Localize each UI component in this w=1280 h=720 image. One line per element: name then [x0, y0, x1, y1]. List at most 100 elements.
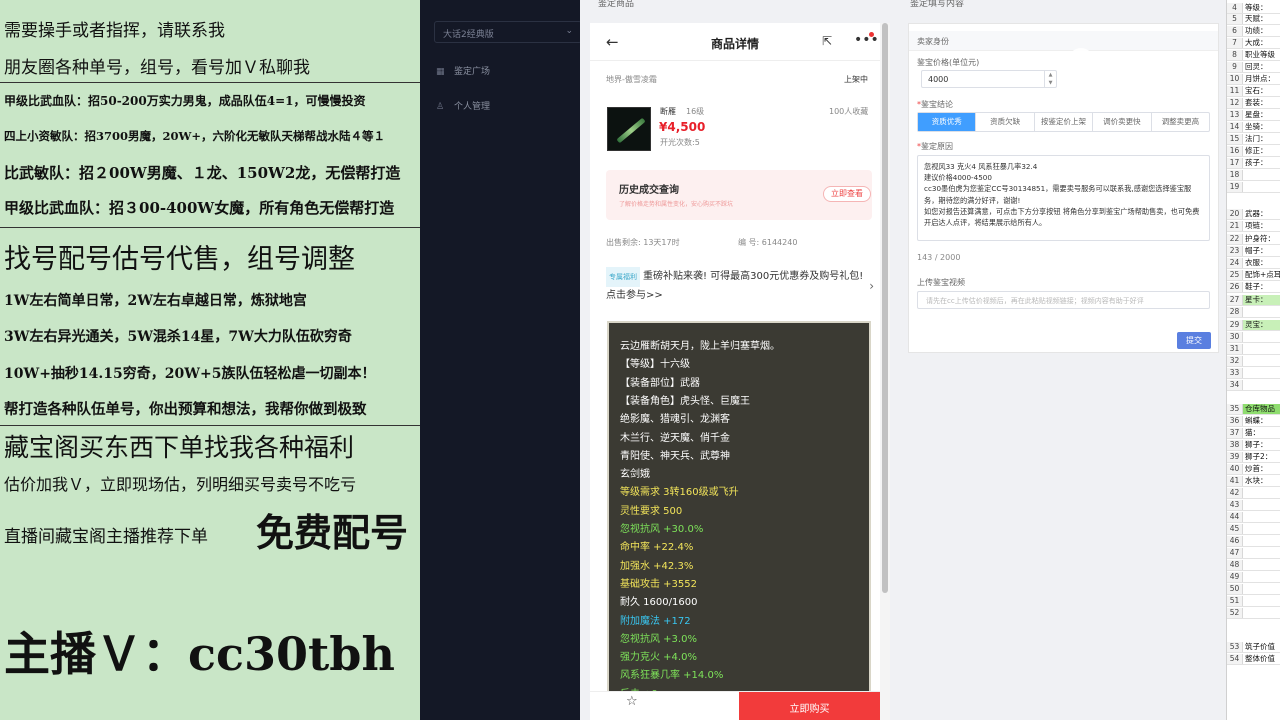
sheet-row[interactable]: 51 — [1227, 596, 1280, 607]
sheet-row[interactable]: 20 武器： — [1227, 209, 1280, 220]
conclusion-label-text: 鉴宝结论 — [921, 100, 953, 109]
sheet-row[interactable]: 53 筑子价值 — [1227, 642, 1280, 653]
sheet-row[interactable]: 49 — [1227, 572, 1280, 583]
sheet-row[interactable]: 5 天赋： — [1227, 14, 1280, 25]
row-number: 47 — [1227, 548, 1243, 558]
sidebar-item-appraisal-square[interactable]: ▦ 鉴定广场 — [436, 64, 490, 77]
attribute-line: 玄剑娥 — [620, 469, 650, 481]
info-line: 需要操手或者指挥，请联系我 — [4, 21, 225, 41]
tab-conclusion[interactable]: 资质优秀 — [918, 113, 977, 131]
item-views: 开光次数:5 — [660, 138, 700, 147]
cell-value: 水块： — [1245, 476, 1268, 485]
attribute-line: 【等级】十六级 — [620, 359, 690, 371]
sheet-row[interactable]: 45 — [1227, 524, 1280, 535]
row-number: 42 — [1227, 488, 1243, 498]
sheet-row[interactable]: 42 — [1227, 488, 1280, 499]
scrollbar[interactable] — [880, 23, 890, 720]
sheet-row[interactable]: 11 宝石： — [1227, 86, 1280, 97]
screen: 需要操手或者指挥，请联系我 朋友圈各种单号，组号，看号加Ｖ私聊我 甲级比武血队：… — [0, 0, 1280, 720]
streamer-info-panel: 需要操手或者指挥，请联系我 朋友圈各种单号，组号，看号加Ｖ私聊我 甲级比武血队：… — [0, 0, 420, 720]
sheet-row[interactable]: 35 仓库物品 — [1227, 404, 1280, 415]
sheet-row[interactable]: 47 — [1227, 548, 1280, 559]
sheet-row[interactable]: 38 狮子： — [1227, 440, 1280, 451]
sword-icon — [616, 117, 646, 144]
sheet-row[interactable]: 46 — [1227, 536, 1280, 547]
sheet-row[interactable]: 14 坐骑： — [1227, 122, 1280, 133]
sidebar-item-label: 个人管理 — [454, 102, 491, 112]
row-number: 46 — [1227, 536, 1243, 546]
sheet-row[interactable]: 21 项链： — [1227, 221, 1280, 232]
more-icon[interactable]: ••• — [854, 32, 879, 48]
sheet-row[interactable]: 36 蝌蝶： — [1227, 416, 1280, 427]
sidebar-item-personal[interactable]: ♙ 个人管理 — [436, 99, 490, 112]
sheet-row[interactable]: 39 狮子2： — [1227, 452, 1280, 463]
attribute-line: 命中率 +22.4% — [620, 542, 694, 554]
sheet-row[interactable]: 16 修正： — [1227, 146, 1280, 157]
sheet-row[interactable]: 4 等级： — [1227, 3, 1280, 14]
attribute-line: 风系狂暴几率 +14.0% — [620, 670, 724, 682]
sheet-row[interactable]: 8 职业等级 — [1227, 50, 1280, 61]
row-number: 34 — [1227, 380, 1243, 390]
row-number: 40 — [1227, 464, 1243, 474]
tab-conclusion[interactable]: 按鉴定价上架 — [1035, 113, 1094, 131]
divider — [0, 227, 420, 228]
tab-conclusion[interactable]: 调整卖更高 — [1152, 113, 1209, 131]
reason-textarea[interactable]: 忽视风33 克火4 风系狂暴几率32.4 建议价格4000-4500 cc30墨… — [917, 155, 1210, 241]
sheet-row[interactable]: 37 猫： — [1227, 428, 1280, 439]
sheet-row[interactable]: 52 — [1227, 608, 1280, 619]
share-icon[interactable]: ⇱ — [822, 34, 832, 48]
game-select[interactable]: 大话2经典版 ⌄ — [434, 21, 582, 43]
sheet-row[interactable]: 15 法门： — [1227, 134, 1280, 145]
stepper-arrows-icon[interactable]: ▲ ▼ — [1044, 71, 1056, 87]
watermark-text: CC直播 — [1102, 56, 1179, 81]
cell-value: 等级： — [1245, 3, 1268, 12]
sheet-row[interactable]: 12 套装： — [1227, 98, 1280, 109]
sheet-row[interactable]: 27 星卡： — [1227, 295, 1280, 306]
sheet-row[interactable]: 9 回灵： — [1227, 62, 1280, 73]
sheet-row[interactable]: 10 月饼点： — [1227, 74, 1280, 85]
divider — [0, 425, 420, 426]
scrollbar-thumb[interactable] — [882, 23, 888, 593]
sheet-row[interactable]: 22 护身符： — [1227, 234, 1280, 245]
sheet-row[interactable]: 41 水块： — [1227, 476, 1280, 487]
sheet-row[interactable]: 29 灵宝： — [1227, 320, 1280, 331]
sheet-row[interactable]: 26 鞋子： — [1227, 282, 1280, 293]
sheet-row[interactable]: 17 孩子： — [1227, 158, 1280, 169]
price-input[interactable]: 4000 ▲ ▼ — [921, 70, 1057, 88]
cell-value: 护身符： — [1245, 234, 1275, 243]
info-line: 3W左右异光通关，5W混杀14星，7W大力队伍砍穷奇 — [4, 329, 352, 345]
buy-now-button[interactable]: 立即购买 — [739, 692, 880, 720]
tab-conclusion[interactable]: 资质欠缺 — [976, 113, 1035, 131]
status-badge: 上架中 — [844, 75, 868, 84]
sheet-row[interactable]: 31 — [1227, 344, 1280, 355]
sheet-row[interactable]: 6 功绩： — [1227, 26, 1280, 37]
sheet-row[interactable]: 43 — [1227, 500, 1280, 511]
sheet-row[interactable]: 40 炒首： — [1227, 464, 1280, 475]
info-line: 1W左右简单日常，2W左右卓越日常，炼狱地宫 — [4, 293, 307, 309]
sheet-row[interactable]: 28 — [1227, 307, 1280, 318]
sheet-row[interactable]: 24 衣服： — [1227, 258, 1280, 269]
sheet-row[interactable]: 13 星盘： — [1227, 110, 1280, 121]
sheet-row[interactable]: 19 — [1227, 182, 1280, 193]
sheet-row[interactable]: 33 — [1227, 368, 1280, 379]
submit-button[interactable]: 提交 — [1177, 332, 1211, 349]
favorite-star-icon[interactable]: ☆ — [626, 694, 638, 709]
sheet-row[interactable]: 30 — [1227, 332, 1280, 343]
row-number: 26 — [1227, 282, 1243, 292]
sheet-row[interactable]: 7 大成： — [1227, 38, 1280, 49]
sheet-row[interactable]: 23 帽子： — [1227, 246, 1280, 257]
sheet-row[interactable]: 50 — [1227, 584, 1280, 595]
sheet-row[interactable]: 18 — [1227, 170, 1280, 181]
sheet-row[interactable]: 32 — [1227, 356, 1280, 367]
sheet-row[interactable]: 34 — [1227, 380, 1280, 391]
cell-value: 月饼点： — [1245, 74, 1275, 83]
cell-value: 功绩： — [1245, 26, 1268, 35]
view-history-button[interactable]: 立即查看 — [823, 186, 871, 202]
sheet-row[interactable]: 25 配饰+点耳 — [1227, 270, 1280, 281]
tab-conclusion[interactable]: 调价卖更快 — [1093, 113, 1152, 131]
sheet-row[interactable]: 48 — [1227, 560, 1280, 571]
video-link-input[interactable]: 请先在cc上传估价视频后，再在此粘贴视频链接；视频内容有助于好评 — [917, 291, 1210, 309]
sheet-row[interactable]: 44 — [1227, 512, 1280, 523]
sheet-row[interactable]: 54 整体价值 — [1227, 654, 1280, 665]
promo-banner[interactable]: 专属福利 重磅补贴来袭! 可得最高300元优惠券及购号礼包! 点击参与>> › — [606, 267, 876, 307]
